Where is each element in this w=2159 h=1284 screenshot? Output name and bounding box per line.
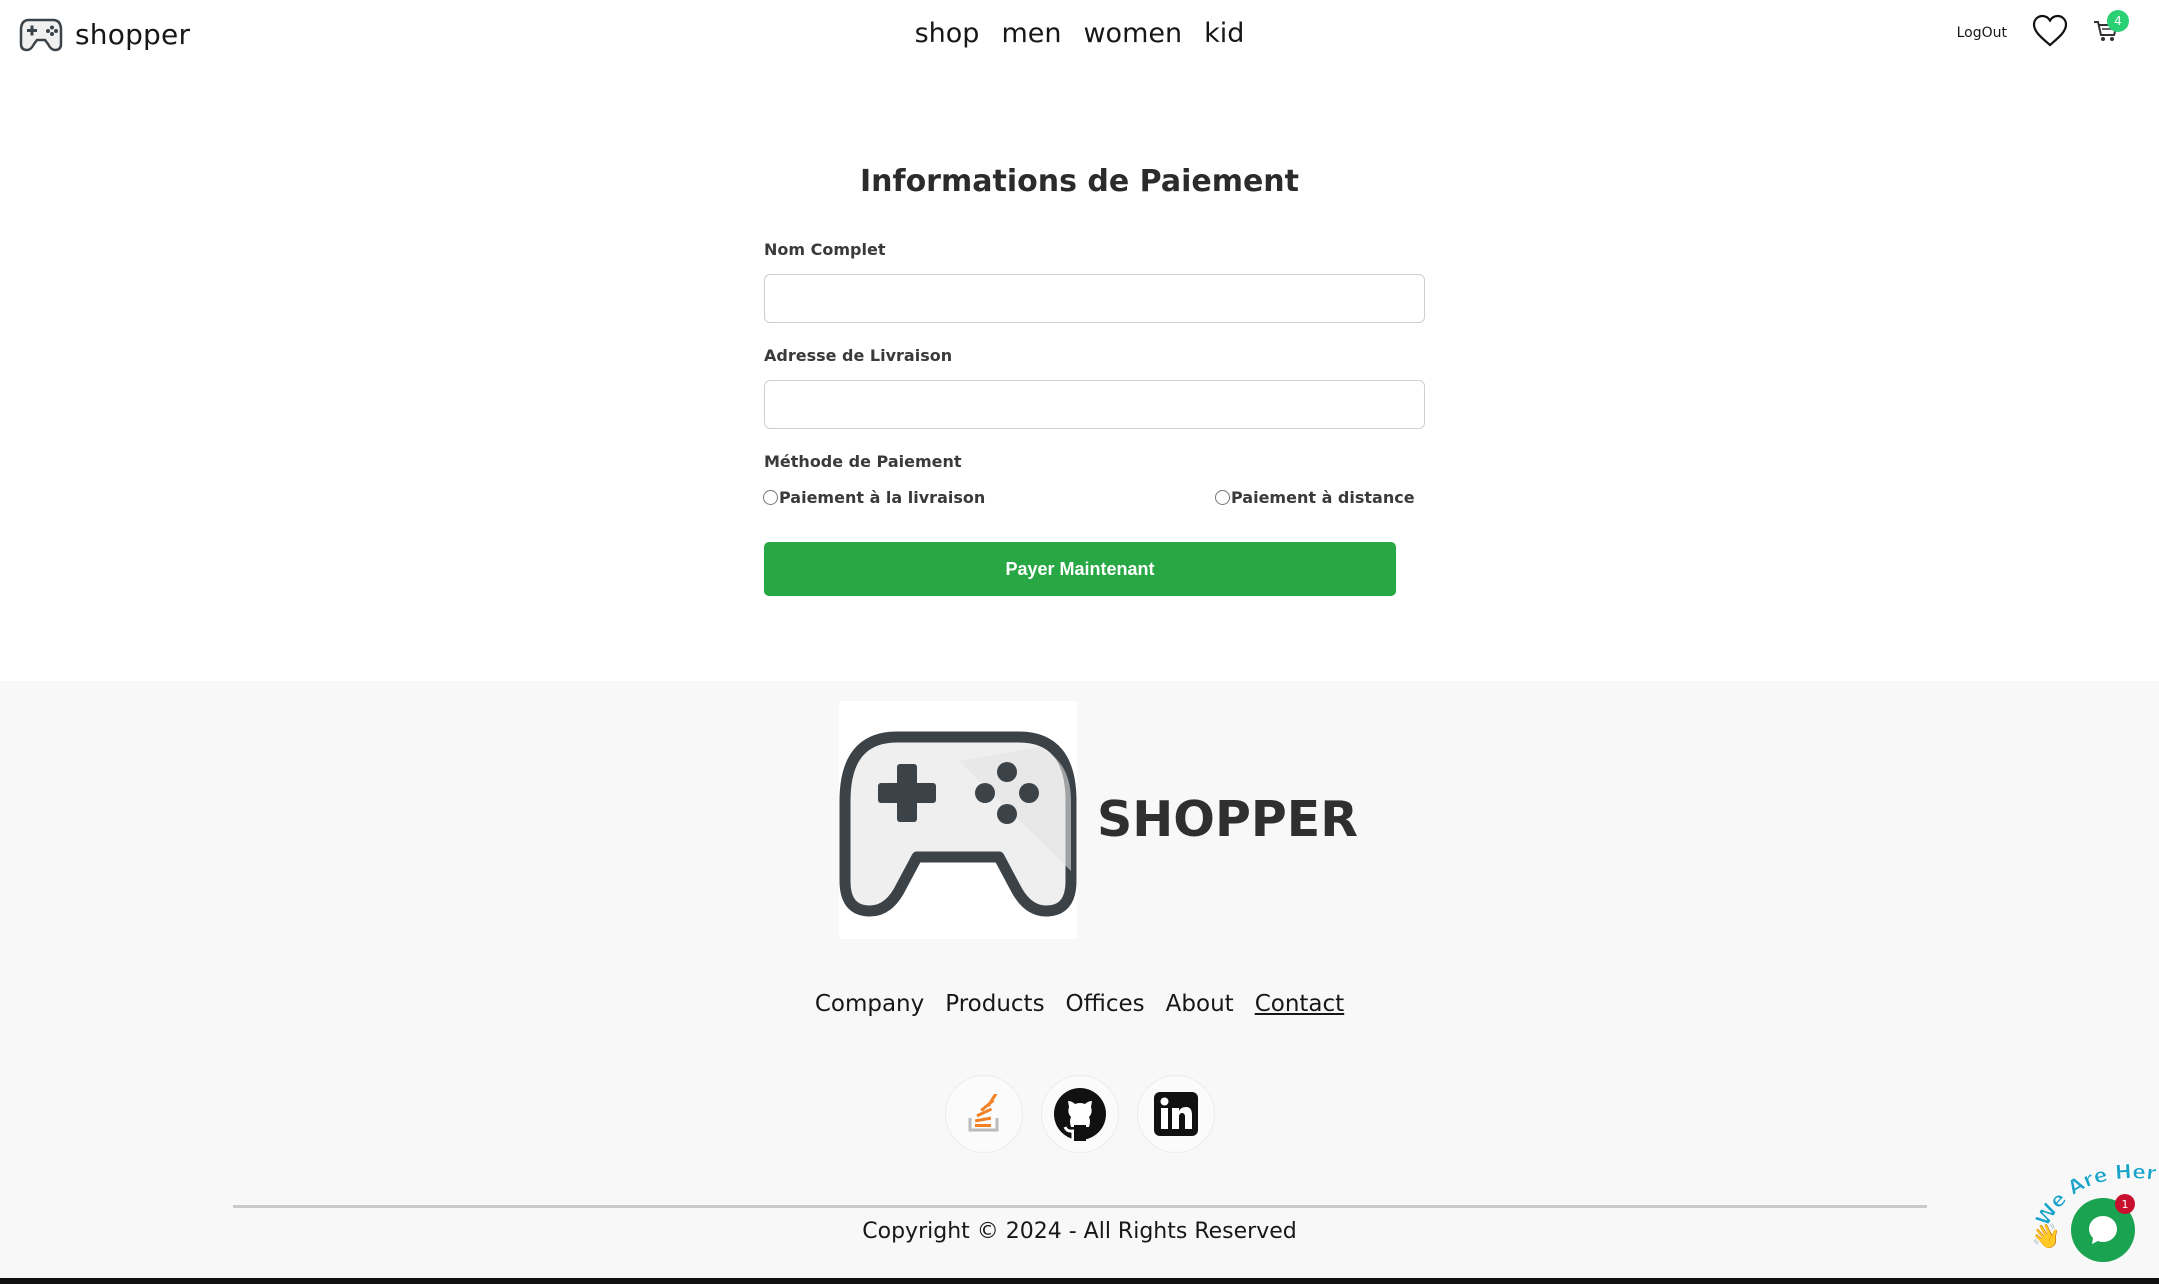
main-nav: shop men women kid (0, 18, 2159, 49)
payment-method-label: Méthode de Paiement (764, 452, 962, 471)
footer-brand: SHOPPER (1097, 791, 1358, 848)
radio-label: Paiement à la livraison (779, 488, 986, 507)
full-name-label: Nom Complet (764, 240, 886, 259)
radio-button[interactable] (763, 490, 778, 505)
radio-label: Paiement à distance (1231, 488, 1415, 507)
address-label: Adresse de Livraison (764, 346, 953, 365)
footer: SHOPPER Company Products Offices About C… (0, 681, 2159, 1278)
nav-item-men[interactable]: men (1001, 18, 1061, 49)
chat-bubble-icon (2089, 1216, 2117, 1244)
footer-link-about[interactable]: About (1166, 991, 1234, 1017)
stackoverflow-icon[interactable] (944, 1075, 1023, 1153)
footer-divider (233, 1205, 1927, 1208)
header-actions: LogOut 4 (1957, 10, 2129, 52)
page-title: Informations de Paiement (860, 164, 1299, 199)
heart-icon[interactable] (2032, 14, 2068, 52)
bottom-edge (0, 1278, 2159, 1284)
pay-now-button[interactable]: Payer Maintenant (764, 542, 1396, 596)
footer-link-offices[interactable]: Offices (1066, 991, 1145, 1017)
chat-widget[interactable]: We Are Here! 👋 1 (2025, 1158, 2159, 1268)
social-links (0, 1075, 2159, 1153)
logout-button[interactable]: LogOut (1957, 25, 2007, 41)
gamepad-icon (839, 731, 1077, 917)
github-icon[interactable] (1040, 1075, 1119, 1153)
radio-cash-on-delivery[interactable]: Paiement à la livraison (763, 488, 985, 507)
linkedin-icon[interactable] (1136, 1075, 1215, 1153)
cart-count-badge: 4 (2107, 10, 2129, 32)
page: shopper shop men women kid LogOut 4 Info… (0, 0, 2159, 1284)
top-navbar: shopper shop men women kid LogOut 4 (0, 0, 2159, 77)
radio-button[interactable] (1215, 490, 1230, 505)
footer-logo (839, 701, 1077, 939)
footer-link-products[interactable]: Products (945, 991, 1044, 1017)
footer-link-company[interactable]: Company (815, 991, 924, 1017)
footer-links: Company Products Offices About Contact (0, 991, 2159, 1017)
chat-unread-badge: 1 (2115, 1194, 2135, 1214)
nav-item-shop[interactable]: shop (915, 18, 980, 49)
cart-button[interactable]: 4 (2093, 10, 2129, 47)
footer-link-contact[interactable]: Contact (1255, 991, 1344, 1017)
copyright-text: Copyright © 2024 - All Rights Reserved (862, 1219, 1297, 1244)
waving-hand-icon: 👋 (2031, 1222, 2061, 1250)
address-input[interactable] (764, 380, 1425, 429)
radio-remote-payment[interactable]: Paiement à distance (1215, 488, 1415, 507)
nav-item-kid[interactable]: kid (1204, 18, 1244, 49)
nav-item-women[interactable]: women (1083, 18, 1182, 49)
full-name-input[interactable] (764, 274, 1425, 323)
